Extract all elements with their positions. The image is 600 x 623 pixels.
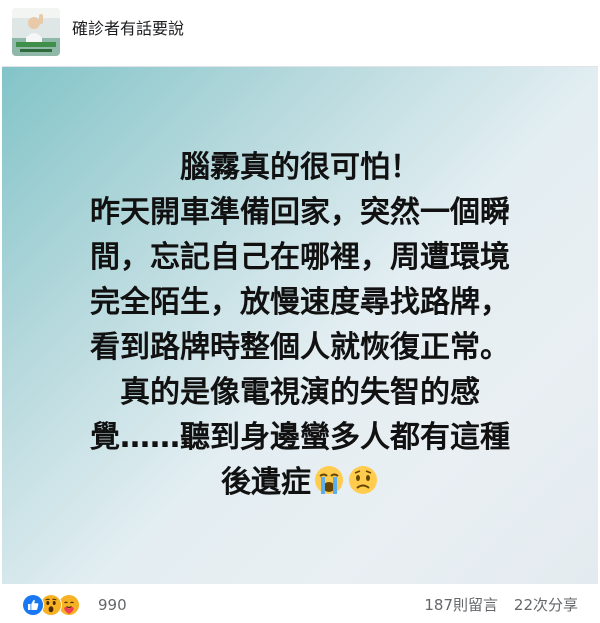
post-line: 真的是像電視演的失智的感 [120, 375, 480, 410]
post-last-line: 後遺症 [32, 460, 568, 505]
page-avatar[interactable] [12, 8, 60, 56]
comments-count[interactable]: 187則留言 [424, 596, 498, 614]
sad-face-emoji [347, 464, 379, 496]
post-line: 後遺症 [221, 465, 311, 500]
reaction-count[interactable]: 990 [98, 596, 127, 614]
post-line: 完全陌生，放慢速度尋找路牌， [90, 285, 510, 320]
post-line: 昨天開車準備回家，突然一個瞬 [90, 195, 510, 230]
post-line: 看到路牌時整個人就恢復正常。 [90, 330, 510, 365]
post-background-card: 腦霧真的很可怕！ 昨天開車準備回家，突然一個瞬 間，忘記自己在哪裡，周遭環境 完… [2, 66, 598, 584]
post-line: 間，忘記自己在哪裡，周遭環境 [90, 240, 510, 275]
post-header: 確診者有話要說 [0, 0, 600, 66]
avatar-image [12, 8, 60, 56]
like-icon [22, 594, 44, 616]
post-line: 腦霧真的很可怕！ [180, 150, 420, 185]
post-line: 覺……聽到身邊蠻多人都有這種 [90, 420, 510, 455]
loudly-crying-face-emoji [313, 464, 345, 496]
shares-count[interactable]: 22次分享 [514, 596, 578, 614]
page-name[interactable]: 確診者有話要說 [72, 18, 184, 40]
post-text: 腦霧真的很可怕！ 昨天開車準備回家，突然一個瞬 間，忘記自己在哪裡，周遭環境 完… [32, 145, 568, 505]
post-footer: 990 187則留言 22次分享 [0, 584, 600, 623]
